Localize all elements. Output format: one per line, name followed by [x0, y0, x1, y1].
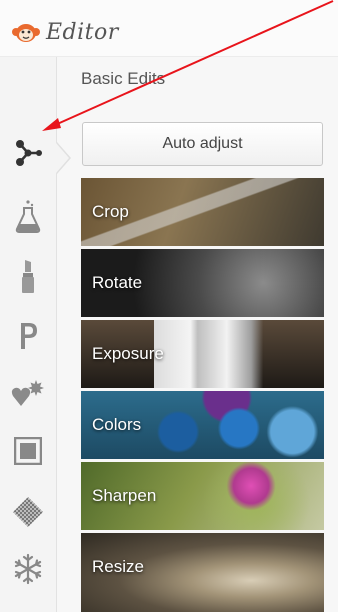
letter-p-icon — [21, 323, 37, 349]
tool-rail — [0, 57, 57, 612]
tool-stickers[interactable] — [8, 373, 48, 413]
tool-basic-edits[interactable] — [8, 132, 48, 172]
edit-resize[interactable]: Resize — [81, 533, 324, 612]
panel-pointer — [56, 142, 71, 174]
edit-colors-label: Colors — [92, 415, 142, 434]
edit-resize-label: Resize — [92, 557, 144, 576]
tool-effects[interactable] — [8, 196, 48, 236]
heart-burst-icon — [11, 380, 44, 406]
tool-touch-up[interactable] — [8, 256, 48, 296]
app-header: Editor — [0, 0, 338, 57]
textured-diamond-icon — [13, 497, 43, 527]
app-title: Editor — [46, 20, 119, 45]
tool-frames[interactable] — [8, 431, 48, 471]
branching-nodes-icon — [16, 140, 42, 166]
snowflake-icon — [14, 553, 42, 585]
edit-crop[interactable]: Crop — [81, 178, 324, 246]
auto-adjust-button[interactable]: Auto adjust — [82, 122, 323, 166]
tool-textures[interactable] — [8, 492, 48, 532]
edit-exposure[interactable]: Exposure — [81, 320, 324, 388]
tool-overlays[interactable] — [8, 549, 48, 589]
monkey-face-icon[interactable] — [12, 22, 40, 44]
panel-title: Basic Edits — [81, 69, 166, 88]
edit-rotate-label: Rotate — [92, 273, 143, 292]
lipstick-icon — [22, 260, 34, 293]
edit-rotate[interactable]: Rotate — [81, 249, 324, 317]
framed-square-icon — [14, 437, 42, 465]
flask-icon — [15, 200, 41, 233]
edit-sharpen[interactable]: Sharpen — [81, 462, 324, 530]
tool-text[interactable] — [8, 316, 48, 356]
edit-crop-label: Crop — [92, 202, 129, 221]
edit-sharpen-label: Sharpen — [92, 486, 157, 505]
edit-colors[interactable]: Colors — [81, 391, 324, 459]
edit-exposure-label: Exposure — [92, 344, 164, 363]
